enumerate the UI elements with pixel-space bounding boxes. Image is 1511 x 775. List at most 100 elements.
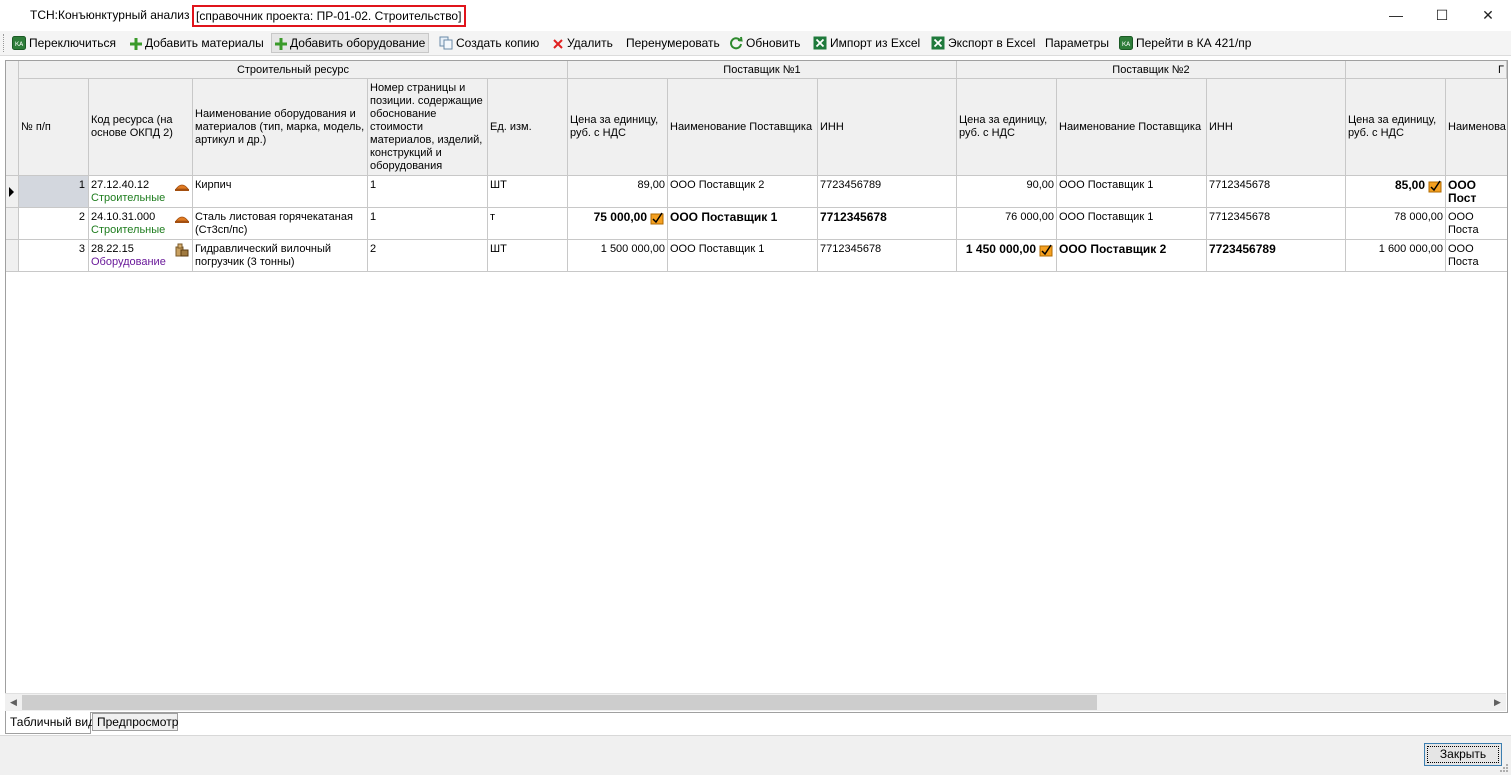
cell-inn-1[interactable]: 7723456789 xyxy=(818,176,957,208)
delete-label: Удалить xyxy=(567,36,613,50)
cell-page[interactable]: 1 xyxy=(368,208,488,240)
refresh-icon xyxy=(730,36,743,50)
svg-text:КА: КА xyxy=(1122,41,1131,48)
resource-type: Строительные xyxy=(91,192,166,204)
switch-button[interactable]: КА Переключиться xyxy=(9,33,119,53)
cell-inn-2[interactable]: 7712345678 xyxy=(1207,176,1346,208)
cell-price-1[interactable]: 75 000,00 xyxy=(568,208,668,240)
cell-page[interactable]: 1 xyxy=(368,176,488,208)
cell-inn-2[interactable]: 7723456789 xyxy=(1207,240,1346,272)
row-indicator[interactable] xyxy=(6,208,19,240)
copy-button[interactable]: Создать копию xyxy=(436,33,542,53)
cell-unit[interactable]: ШТ xyxy=(488,240,568,272)
horizontal-scrollbar[interactable]: ◀ ▶ xyxy=(5,693,1506,711)
footer-panel: Закрыть xyxy=(0,735,1511,775)
col-code[interactable]: Код ресурса (на основе ОКПД 2) xyxy=(89,79,193,176)
best-price: 85,00 xyxy=(1394,178,1425,192)
delete-button[interactable]: Удалить xyxy=(549,33,616,53)
row-indicator[interactable] xyxy=(6,176,19,208)
group-supplier-2: Поставщик №2 xyxy=(957,61,1346,79)
cell-num[interactable]: 3 xyxy=(19,240,89,272)
cell-price-2[interactable]: 1 450 000,00 xyxy=(957,240,1057,272)
col-page[interactable]: Номер страницы и позиции. содержащие обо… xyxy=(368,79,488,176)
cell-supplier-2[interactable]: ООО Поставщик 1 xyxy=(1057,208,1207,240)
close-button[interactable]: Закрыть xyxy=(1424,743,1502,766)
minimize-button[interactable]: — xyxy=(1373,0,1419,30)
cell-price-1[interactable]: 1 500 000,00 xyxy=(568,240,668,272)
cell-supplier-2[interactable]: ООО Поставщик 2 xyxy=(1057,240,1207,272)
params-label: Параметры xyxy=(1045,36,1109,50)
cell-supplier-1[interactable]: ООО Поставщик 2 xyxy=(668,176,818,208)
close-window-button[interactable]: ✕ xyxy=(1465,0,1511,30)
col-supplier-3[interactable]: Наименова xyxy=(1446,79,1507,176)
ka-icon: КА xyxy=(1119,36,1133,50)
window-title: ТСН:Конъюнктурный анализ xyxy=(30,8,190,22)
scroll-right-icon[interactable]: ▶ xyxy=(1489,694,1506,711)
cell-code[interactable]: 28.22.15 Оборудование xyxy=(89,240,193,272)
best-price-check-icon xyxy=(650,212,664,225)
col-supplier-1[interactable]: Наименование Поставщика xyxy=(668,79,818,176)
maximize-button[interactable]: ☐ xyxy=(1419,0,1465,30)
excel-icon xyxy=(813,36,827,50)
cell-name[interactable]: Гидравлический вилочный погрузчик (3 тон… xyxy=(193,240,368,272)
col-unit[interactable]: Ед. изм. xyxy=(488,79,568,176)
cell-num[interactable]: 2 xyxy=(19,208,89,240)
switch-label: Переключиться xyxy=(29,36,116,50)
resize-grip-icon[interactable] xyxy=(1499,763,1509,773)
cell-code[interactable]: 27.12.40.12 Строительные xyxy=(89,176,193,208)
cell-supplier-2[interactable]: ООО Поставщик 1 xyxy=(1057,176,1207,208)
add-materials-button[interactable]: Добавить материалы xyxy=(127,33,267,53)
export-excel-button[interactable]: Экспорт в Excel xyxy=(928,33,1038,53)
cell-price-3[interactable]: 1 600 000,00 xyxy=(1346,240,1446,272)
add-equipment-button[interactable]: Добавить оборудование xyxy=(271,33,430,53)
col-price-1[interactable]: Цена за единицу, руб. с НДС xyxy=(568,79,668,176)
cell-price-3[interactable]: 78 000,00 xyxy=(1346,208,1446,240)
cell-name[interactable]: Кирпич xyxy=(193,176,368,208)
cell-num[interactable]: 1 xyxy=(19,176,89,208)
tab-preview[interactable]: Предпросмотр xyxy=(92,713,178,731)
row-indicator[interactable] xyxy=(6,240,19,272)
col-price-3[interactable]: Цена за единицу, руб. с НДС xyxy=(1346,79,1446,176)
col-name[interactable]: Наименование оборудования и материалов (… xyxy=(193,79,368,176)
scroll-thumb[interactable] xyxy=(22,695,1097,710)
group-supplier-3: Г xyxy=(1346,61,1507,79)
cell-name[interactable]: Сталь листовая горячекатаная (Ст3сп/пс) xyxy=(193,208,368,240)
cell-inn-1[interactable]: 7712345678 xyxy=(818,240,957,272)
goto-ka-button[interactable]: КА Перейти в КА 421/пр xyxy=(1116,33,1254,53)
params-button[interactable]: Параметры xyxy=(1042,33,1112,53)
group-supplier-1: Поставщик №1 xyxy=(568,61,957,79)
cell-price-2[interactable]: 90,00 xyxy=(957,176,1057,208)
cell-price-3[interactable]: 85,00 xyxy=(1346,176,1446,208)
import-excel-button[interactable]: Импорт из Excel xyxy=(810,33,923,53)
cell-supplier-3[interactable]: ООО Пост xyxy=(1446,176,1507,208)
cell-supplier-3[interactable]: ООО Поста xyxy=(1446,208,1507,240)
scroll-left-icon[interactable]: ◀ xyxy=(5,694,22,711)
renumber-button[interactable]: Перенумеровать xyxy=(623,33,723,53)
col-inn-1[interactable]: ИНН xyxy=(818,79,957,176)
cell-price-1[interactable]: 89,00 xyxy=(568,176,668,208)
current-row-arrow-icon xyxy=(9,187,14,197)
add-equipment-label: Добавить оборудование xyxy=(290,36,426,50)
cell-code[interactable]: 24.10.31.000 Строительные xyxy=(89,208,193,240)
goto-ka-label: Перейти в КА 421/пр xyxy=(1136,36,1252,50)
cell-supplier-1[interactable]: ООО Поставщик 1 xyxy=(668,240,818,272)
best-price: 75 000,00 xyxy=(593,210,647,224)
cell-inn-1[interactable]: 7712345678 xyxy=(818,208,957,240)
col-supplier-2[interactable]: Наименование Поставщика xyxy=(1057,79,1207,176)
cell-supplier-1[interactable]: ООО Поставщик 1 xyxy=(668,208,818,240)
plus-icon xyxy=(130,38,142,50)
col-num[interactable]: № п/п xyxy=(19,79,89,176)
refresh-button[interactable]: Обновить xyxy=(726,33,803,53)
cell-page[interactable]: 2 xyxy=(368,240,488,272)
col-inn-2[interactable]: ИНН xyxy=(1207,79,1346,176)
cell-supplier-3[interactable]: ООО Поста xyxy=(1446,240,1507,272)
cell-unit[interactable]: ШТ xyxy=(488,176,568,208)
cell-price-2[interactable]: 76 000,00 xyxy=(957,208,1057,240)
data-grid[interactable]: Строительный ресурс Поставщик №1 Поставщ… xyxy=(5,60,1508,713)
cell-unit[interactable]: т xyxy=(488,208,568,240)
cell-inn-2[interactable]: 7712345678 xyxy=(1207,208,1346,240)
toolbar-grip[interactable] xyxy=(3,34,7,52)
svg-text:КА: КА xyxy=(15,41,24,48)
tab-table-view[interactable]: Табличный вид xyxy=(5,712,95,734)
col-price-2[interactable]: Цена за единицу, руб. с НДС xyxy=(957,79,1057,176)
